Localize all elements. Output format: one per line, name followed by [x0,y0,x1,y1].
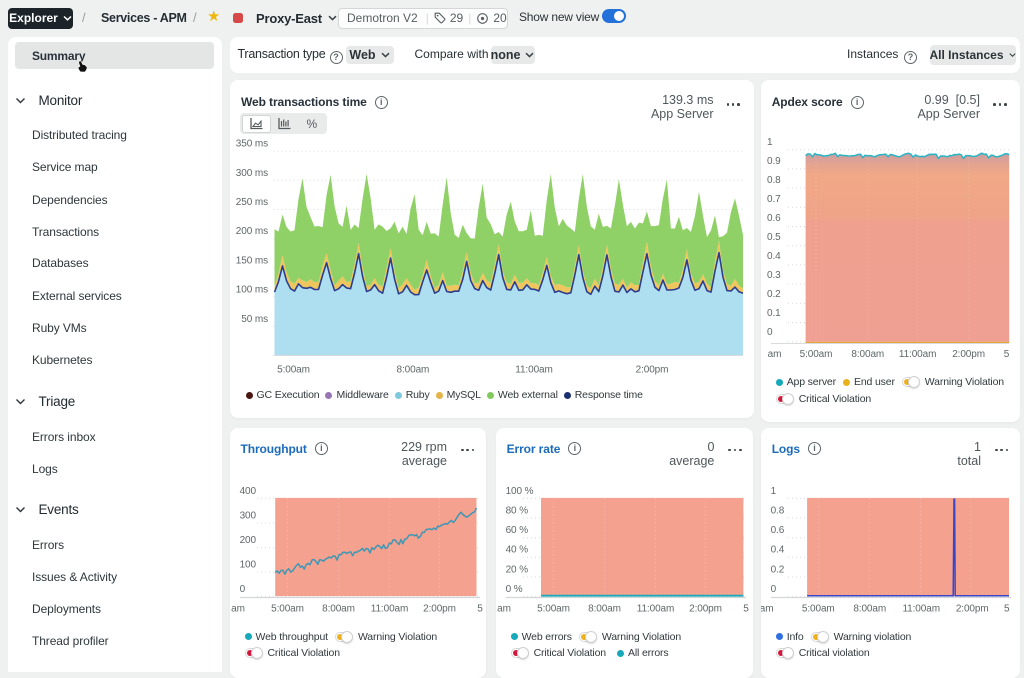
svg-text:250 ms: 250 ms [235,197,267,208]
svg-text:2:00pm: 2:00pm [689,603,722,614]
svg-text:150 ms: 150 ms [235,255,267,266]
svg-text:350 ms: 350 ms [235,139,267,150]
svg-text:5: 5 [743,603,749,614]
svg-text:5: 5 [1004,603,1010,614]
svg-text:0.6: 0.6 [770,525,784,536]
svg-text:0 %: 0 % [505,584,522,595]
svg-text:100: 100 [239,559,256,570]
svg-text:0.8: 0.8 [770,505,784,516]
svg-text:2:00pm: 2:00pm [952,349,985,360]
svg-text:0.4: 0.4 [770,544,784,555]
svg-text:0.3: 0.3 [767,270,781,281]
svg-text:2:00pm: 2:00pm [635,364,668,375]
svg-text:2:00pm: 2:00pm [956,603,989,614]
svg-text:11:00am: 11:00am [370,603,407,614]
svg-text:0.8: 0.8 [767,175,781,186]
svg-text:300: 300 [239,510,256,521]
svg-text:am: am [497,603,511,614]
svg-text:5:00am: 5:00am [537,603,570,614]
svg-text:8:00am: 8:00am [851,349,884,360]
svg-text:50 ms: 50 ms [241,314,268,325]
svg-text:am: am [231,603,245,614]
svg-text:am: am [761,603,773,614]
svg-text:400: 400 [239,485,256,496]
svg-text:am: am [767,349,781,360]
svg-text:0: 0 [767,327,773,338]
svg-text:11:00am: 11:00am [636,603,673,614]
svg-text:0.5: 0.5 [767,232,781,243]
svg-text:0: 0 [239,584,245,595]
svg-text:100 ms: 100 ms [235,285,267,296]
svg-text:0.2: 0.2 [770,564,784,575]
svg-text:100 %: 100 % [505,485,533,496]
svg-text:200: 200 [239,534,256,545]
svg-text:5:00am: 5:00am [277,364,310,375]
svg-text:8:00am: 8:00am [322,603,355,614]
svg-text:20 %: 20 % [505,564,528,575]
svg-text:300 ms: 300 ms [235,168,267,179]
svg-text:0.4: 0.4 [767,251,781,262]
svg-text:8:00am: 8:00am [588,603,621,614]
svg-text:5:00am: 5:00am [802,603,835,614]
svg-text:2:00pm: 2:00pm [423,603,456,614]
svg-text:8:00am: 8:00am [853,603,886,614]
svg-text:40 %: 40 % [505,544,528,555]
svg-text:0.9: 0.9 [767,156,781,167]
svg-text:5: 5 [477,603,483,614]
svg-text:0.1: 0.1 [767,308,781,319]
svg-text:1: 1 [770,485,776,496]
svg-text:0: 0 [770,584,776,595]
svg-text:5:00am: 5:00am [799,349,832,360]
svg-text:0.2: 0.2 [767,289,781,300]
svg-text:80 %: 80 % [505,505,528,516]
svg-text:5:00am: 5:00am [271,603,304,614]
svg-text:0.7: 0.7 [767,194,781,205]
svg-text:1: 1 [767,137,773,148]
svg-text:11:00am: 11:00am [515,364,552,375]
svg-text:8:00am: 8:00am [396,364,429,375]
svg-text:5: 5 [1003,349,1009,360]
svg-text:0.6: 0.6 [767,213,781,224]
svg-text:11:00am: 11:00am [902,603,939,614]
svg-text:200 ms: 200 ms [235,226,267,237]
svg-text:11:00am: 11:00am [899,349,936,360]
svg-text:60 %: 60 % [505,525,528,536]
